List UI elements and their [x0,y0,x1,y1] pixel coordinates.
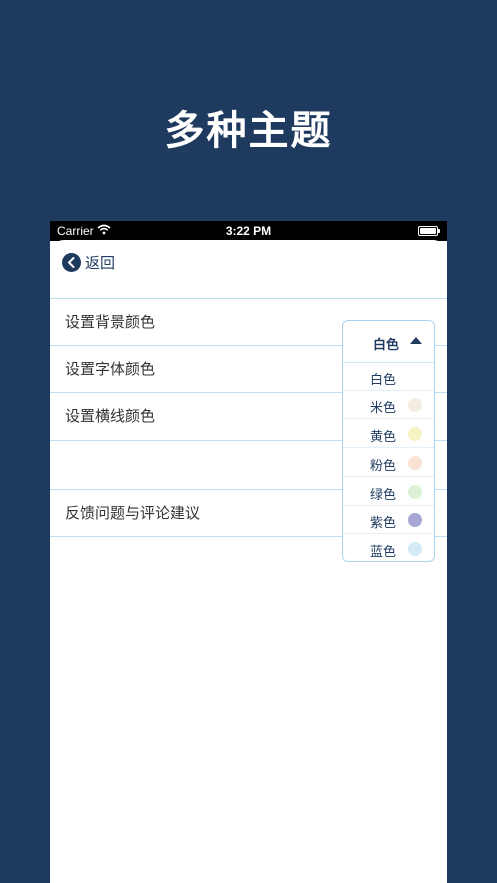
color-dropdown[interactable]: 白色 白色 米色 黄色 粉色 绿色 紫色 蓝色 [342,320,435,562]
color-option-blue[interactable]: 蓝色 [343,535,434,563]
color-swatch [408,398,422,412]
row-label: 反馈问题与评论建议 [65,504,201,522]
settings-page: 返回 设置背景颜色 设置字体颜色 设置横线颜色 反馈问题与评论建议 白色 白色 [50,240,447,883]
color-swatch [408,456,422,470]
row-label: 设置横线颜色 [65,407,156,425]
dropdown-toggle[interactable]: 白色 [343,321,434,363]
color-swatch [408,485,422,499]
selected-color: 白色 [373,338,400,353]
clock: 3:22 PM [225,224,272,238]
color-option-yellow[interactable]: 黄色 [343,420,434,448]
color-option-white[interactable]: 白色 [343,363,434,391]
row-label: 设置背景颜色 [65,313,156,331]
chevron-left-icon [62,253,81,272]
back-label: 返回 [85,254,116,272]
caret-up-icon [410,337,422,344]
phone-screen: Carrier 3:22 PM 返回 设置背景颜色 设置字体颜色 设置横线颜色 [50,221,447,883]
promo-headline: 多种主题 [164,108,333,154]
color-swatch [408,542,422,556]
color-option-beige[interactable]: 米色 [343,391,434,419]
color-swatch [408,513,422,527]
row-label: 设置字体颜色 [65,360,156,378]
status-bar: Carrier 3:22 PM [50,221,447,241]
color-option-green[interactable]: 绿色 [343,478,434,506]
back-button[interactable]: 返回 [62,252,115,273]
color-swatch [408,427,422,441]
color-option-purple[interactable]: 紫色 [343,506,434,534]
battery-icon [418,226,440,236]
color-option-pink[interactable]: 粉色 [343,449,434,477]
